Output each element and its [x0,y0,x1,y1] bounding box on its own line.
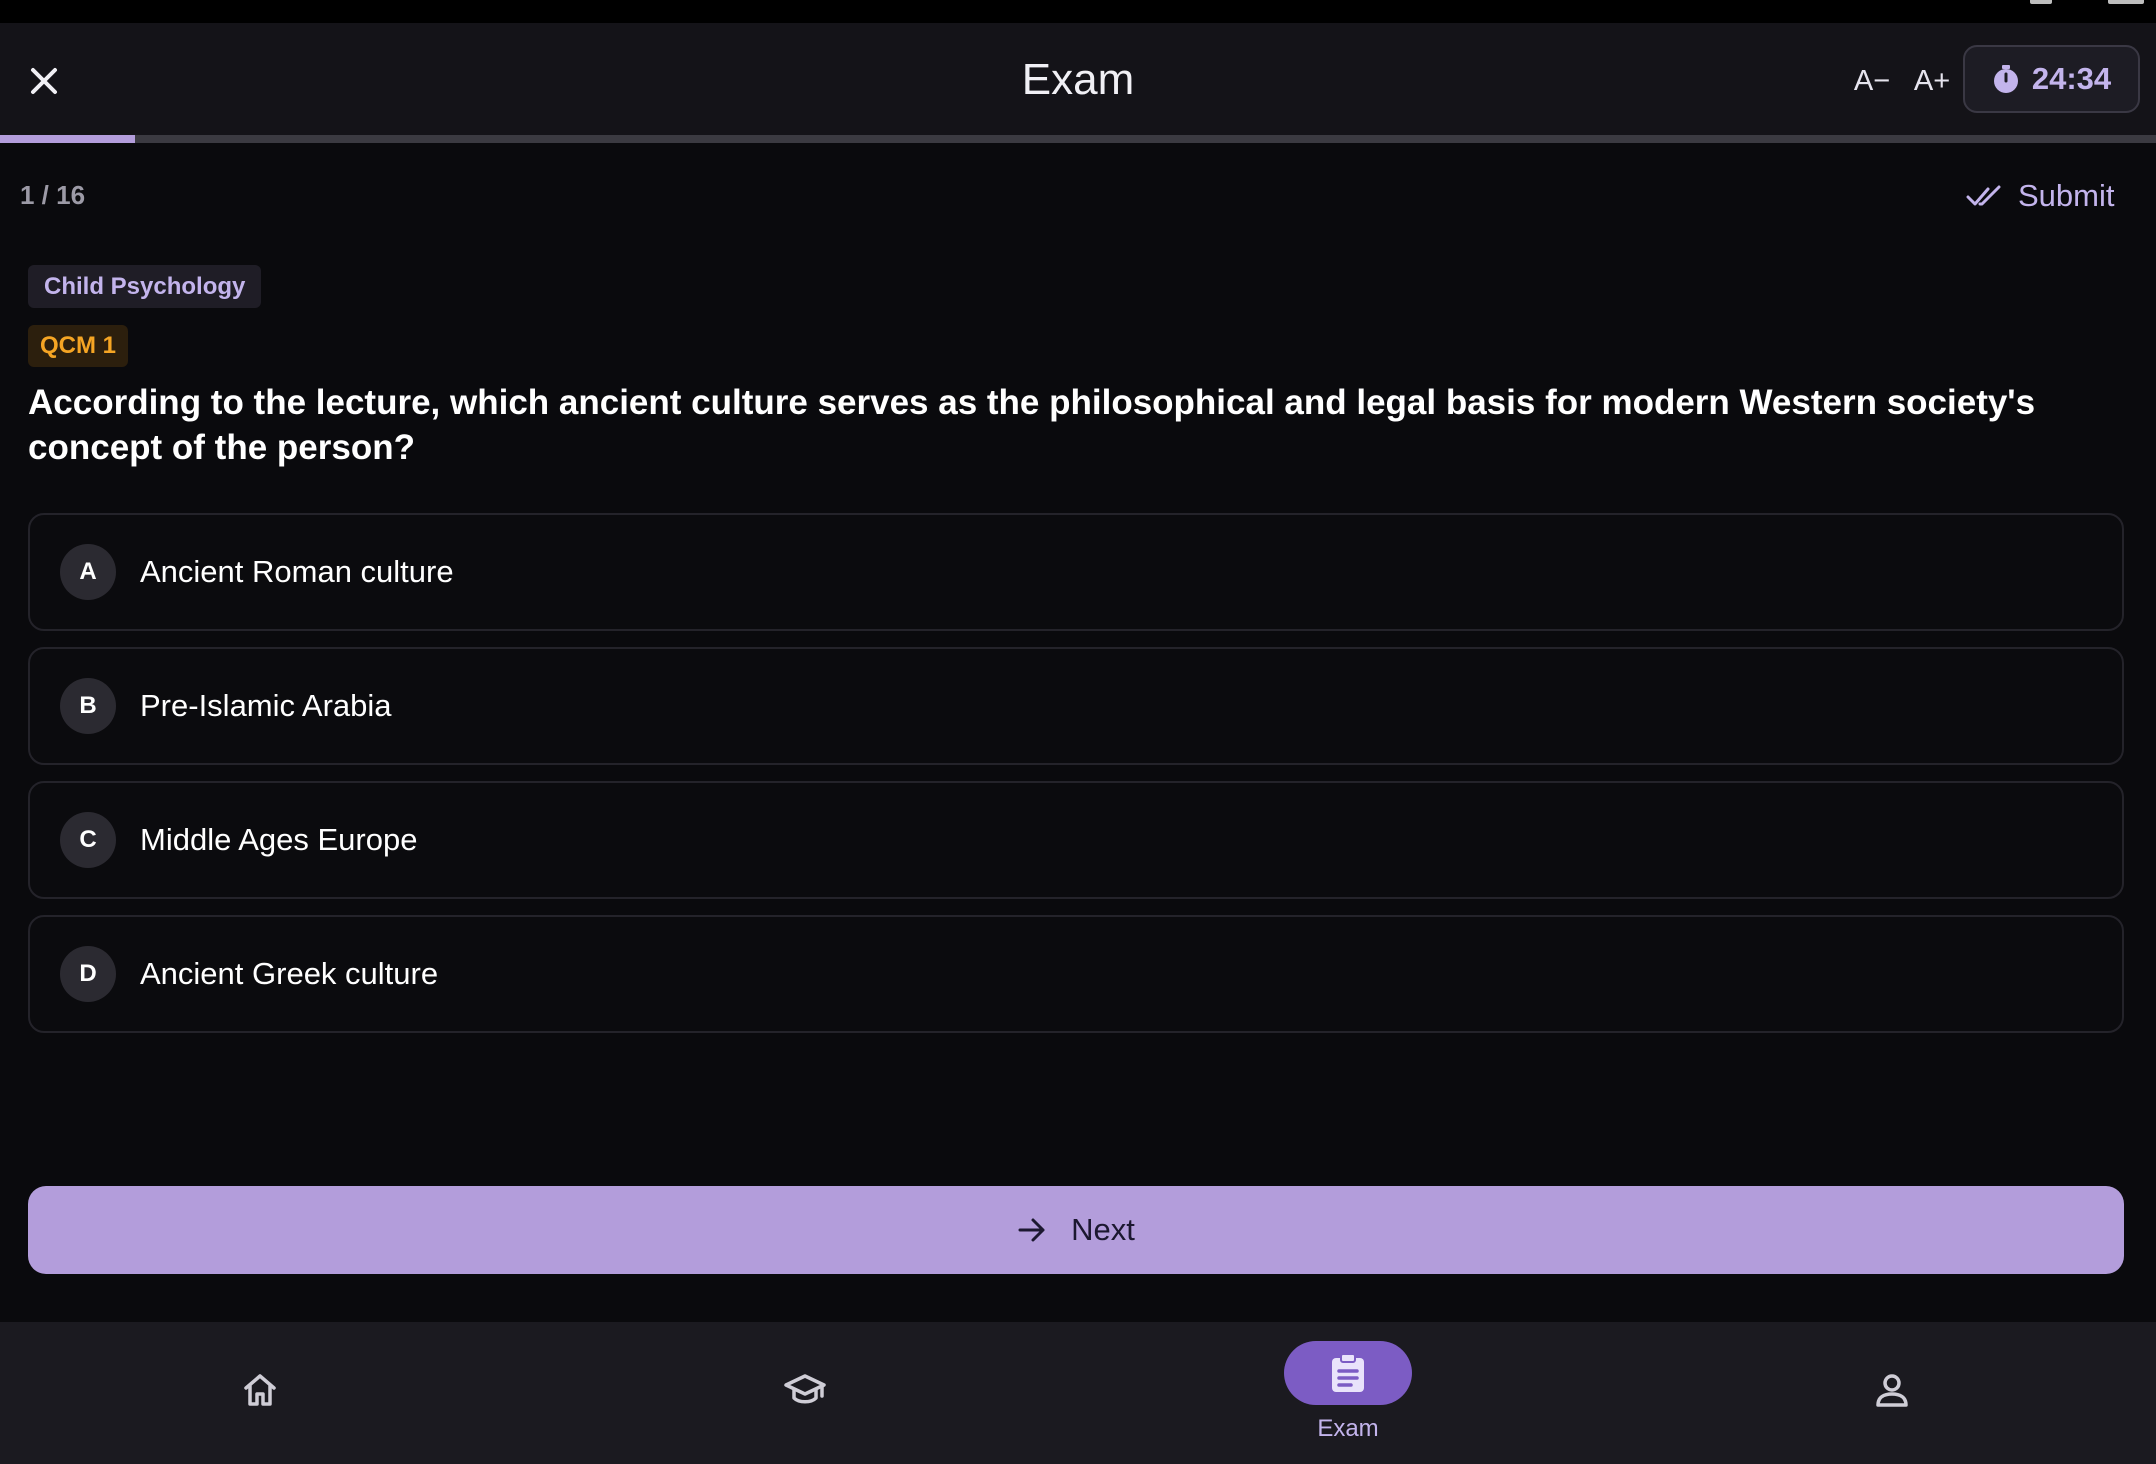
nav-pill [741,1358,869,1422]
option-c[interactable]: C Middle Ages Europe [28,781,2124,899]
option-a[interactable]: A Ancient Roman culture [28,513,2124,631]
nav-label-exam: Exam [1317,1415,1379,1442]
answer-options: A Ancient Roman culture B Pre-Islamic Ar… [28,513,2124,1049]
stopwatch-icon [1993,65,2018,93]
course-chip: Child Psychology [28,265,262,308]
clipboard-icon [1332,1353,1364,1392]
home-icon [244,1374,276,1406]
option-text: Pre-Islamic Arabia [140,688,392,723]
nav-pill-active [1284,1341,1412,1405]
close-button[interactable] [20,57,68,105]
nav-pill [196,1358,324,1422]
bottom-navigation: Exam [0,1322,2156,1464]
close-icon [31,68,57,94]
question-text: According to the lecture, which ancient … [28,383,2036,467]
graduation-cap-icon [784,1374,826,1404]
option-letter: D [60,946,116,1002]
option-letter: A [60,544,116,600]
next-button[interactable]: Next [28,1186,2124,1274]
system-status-bar [0,0,2156,23]
person-icon [1876,1374,1908,1407]
option-text: Ancient Roman culture [140,554,454,589]
font-decrease-button[interactable]: A− [1846,59,1898,103]
option-letter: C [60,812,116,868]
option-b[interactable]: B Pre-Islamic Arabia [28,647,2124,765]
double-check-icon [1966,185,2001,206]
option-text: Ancient Greek culture [140,956,439,991]
status-icon [2030,0,2052,4]
app-bar: Exam A− A+ 24:34 [0,23,2156,135]
battery-icon [2108,0,2144,4]
arrow-right-icon [1018,1218,1045,1242]
progress-fill [0,135,135,143]
timer-value: 24:34 [2031,61,2112,96]
page-title: Exam [1021,55,1135,104]
question-counter: 1 / 16 [20,180,86,210]
next-label: Next [1071,1212,1135,1247]
submit-label: Submit [2018,178,2115,213]
option-letter: B [60,678,116,734]
font-increase-button[interactable]: A+ [1906,59,1958,103]
nav-exam[interactable]: Exam [1218,1322,1478,1464]
option-text: Middle Ages Europe [140,822,418,857]
submit-button[interactable]: Submit [1950,168,2130,224]
exam-progress-bar [0,135,2156,143]
nav-profile[interactable] [1762,1322,2022,1464]
exam-timer: 24:34 [1963,45,2140,113]
option-d[interactable]: D Ancient Greek culture [28,915,2124,1033]
question-type-badge: QCM 1 [28,325,129,367]
nav-pill [1828,1358,1956,1422]
nav-courses[interactable] [675,1322,935,1464]
nav-home[interactable] [130,1322,390,1464]
